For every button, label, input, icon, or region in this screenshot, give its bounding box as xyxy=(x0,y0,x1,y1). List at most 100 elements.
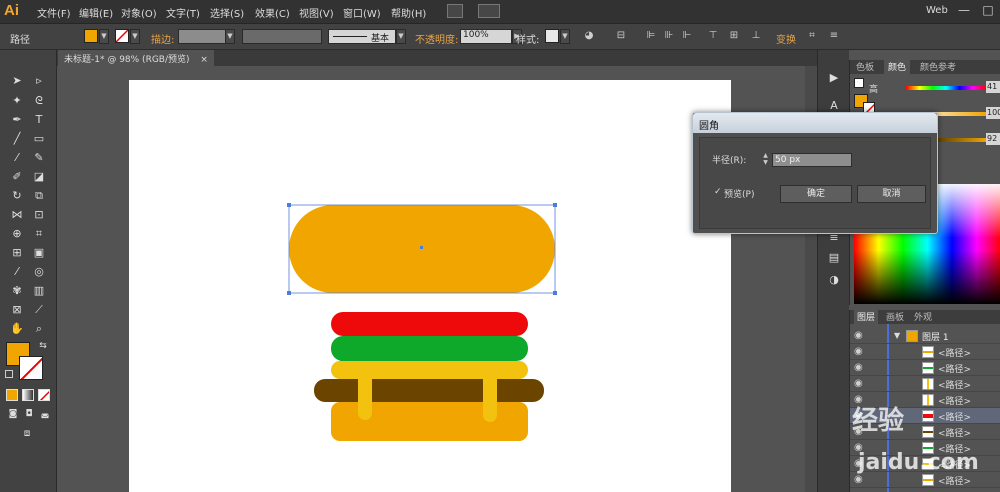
panel-default-icon[interactable] xyxy=(854,78,864,88)
sublayer-label[interactable]: <路径> xyxy=(938,394,971,407)
gradient-tool-icon[interactable]: ▣ xyxy=(31,245,47,261)
shape-builder-icon[interactable]: ⊕ xyxy=(9,226,25,242)
blob-brush-icon[interactable]: ✐ xyxy=(9,169,25,185)
gradient-mode-icon[interactable] xyxy=(22,389,34,401)
panel-menu-icon[interactable]: ≡ xyxy=(827,29,841,43)
fill-dropdown[interactable]: ▼ xyxy=(99,29,109,44)
tab-swatches[interactable]: 色板 xyxy=(856,60,874,74)
visibility-eye-icon[interactable]: ◉ xyxy=(854,378,863,389)
layer-name[interactable]: 图层 1 xyxy=(922,330,949,343)
stroke-color-box[interactable] xyxy=(19,356,43,380)
visibility-eye-icon[interactable]: ◉ xyxy=(854,362,863,373)
align-left-icon[interactable]: ⊫ xyxy=(644,29,658,43)
workspace-switcher[interactable]: Web xyxy=(926,5,948,16)
maximize-button[interactable]: □ xyxy=(976,2,1000,18)
menu-help[interactable]: 帮助(H) xyxy=(391,5,426,20)
align-right-icon[interactable]: ⊩ xyxy=(680,29,694,43)
variable-width-profile[interactable] xyxy=(242,29,322,44)
preview-checkbox[interactable]: ✓ xyxy=(714,187,722,197)
sublayer-label[interactable]: <路径> xyxy=(938,474,971,487)
sublayer-label[interactable]: <路径> xyxy=(938,426,971,439)
type-tool-icon[interactable]: T xyxy=(31,112,47,128)
sublayer-label[interactable]: <路径> xyxy=(938,378,971,391)
selection-tool-icon[interactable]: ➤ xyxy=(9,73,25,89)
tab-layers[interactable]: 图层 xyxy=(854,310,879,324)
stroke-dropdown[interactable]: ▼ xyxy=(130,29,140,44)
dialog-title[interactable]: 圆角 xyxy=(693,113,937,133)
blend-tool-icon[interactable]: ◎ xyxy=(31,264,47,280)
cancel-button[interactable]: 取消 xyxy=(857,185,926,203)
selection-handle[interactable] xyxy=(553,291,557,295)
sublayer-row[interactable]: ◉ <路径> xyxy=(850,376,1000,392)
opacity-field[interactable]: 100% xyxy=(460,29,512,44)
eyedropper-icon[interactable]: ⁄ xyxy=(9,264,25,280)
menu-edit[interactable]: 编辑(E) xyxy=(79,5,113,20)
align-middle-icon[interactable]: ⊞ xyxy=(727,29,741,43)
menu-file[interactable]: 文件(F) xyxy=(37,5,71,20)
none-mode-icon[interactable] xyxy=(38,389,50,401)
sublayer-row[interactable]: ◉ <路径> xyxy=(850,360,1000,376)
patty[interactable] xyxy=(314,379,544,402)
menu-select[interactable]: 选择(S) xyxy=(210,5,244,20)
document-tab[interactable]: 未标题-1* @ 98% (RGB/预览) × xyxy=(58,50,214,66)
arrange-documents-icon[interactable] xyxy=(478,4,500,18)
menu-object[interactable]: 对象(O) xyxy=(121,5,157,20)
preview-label[interactable]: 预览(P) xyxy=(724,187,754,200)
hand-tool-icon[interactable]: ✋ xyxy=(9,321,25,337)
transform-link[interactable]: 变换 xyxy=(776,31,796,46)
sublayer-label[interactable]: <路径> xyxy=(938,410,971,423)
hue-value[interactable]: 41 xyxy=(986,81,1000,93)
visibility-eye-icon[interactable]: ◉ xyxy=(854,346,863,357)
graph-tool-icon[interactable]: ▥ xyxy=(31,283,47,299)
hue-slider[interactable] xyxy=(906,86,986,90)
scale-tool-icon[interactable]: ⧉ xyxy=(31,188,47,204)
zoom-tool-icon[interactable]: ⌕ xyxy=(31,321,47,337)
brush-dropdown[interactable]: ▼ xyxy=(396,29,406,44)
rectangle-tool-icon[interactable]: ▭ xyxy=(31,131,47,147)
screen-mode-icon[interactable]: ⧈ xyxy=(18,426,36,440)
fill-swatch[interactable] xyxy=(84,29,98,43)
menu-type[interactable]: 文字(T) xyxy=(166,5,200,20)
ok-button[interactable]: 确定 xyxy=(780,185,852,203)
gradient-panel-icon[interactable]: ▤ xyxy=(826,250,842,266)
paintbrush-icon[interactable]: ⁄ xyxy=(9,150,25,166)
eraser-icon[interactable]: ◪ xyxy=(31,169,47,185)
lasso-icon[interactable]: ᘓ xyxy=(31,93,47,109)
free-transform-icon[interactable]: ⊡ xyxy=(31,207,47,223)
expand-triangle-icon[interactable]: ▼ xyxy=(894,331,900,340)
visibility-eye-icon[interactable]: ◉ xyxy=(854,330,863,341)
draw-inside-icon[interactable]: ◛ xyxy=(38,406,52,420)
isolate-icon[interactable]: ⌗ xyxy=(805,29,819,43)
default-colors-icon[interactable] xyxy=(5,370,13,378)
symbol-sprayer-icon[interactable]: ✾ xyxy=(9,283,25,299)
graphic-style-swatch[interactable] xyxy=(545,29,559,43)
tomato-slice[interactable] xyxy=(331,312,528,336)
tab-color-guide[interactable]: 颜色参考 xyxy=(920,60,956,74)
selection-handle[interactable] xyxy=(287,203,291,207)
stroke-weight-field[interactable] xyxy=(178,29,226,44)
recolor-icon[interactable]: ◕ xyxy=(582,29,596,43)
sublayer-label[interactable]: <路径> xyxy=(938,362,971,375)
align-center-icon[interactable]: ⊪ xyxy=(662,29,676,43)
sublayer-label[interactable]: <路径> xyxy=(938,346,971,359)
color-mode-icon[interactable] xyxy=(6,389,18,401)
radius-input[interactable]: 50 px xyxy=(772,153,852,167)
close-tab-icon[interactable]: × xyxy=(200,55,208,65)
align-bottom-icon[interactable]: ⊥ xyxy=(749,29,763,43)
draw-behind-icon[interactable]: ◘ xyxy=(22,406,36,420)
radius-stepper[interactable]: ▲ ▼ xyxy=(761,152,770,166)
stroke-weight-dropdown[interactable]: ▼ xyxy=(225,29,235,44)
width-tool-icon[interactable]: ⋈ xyxy=(9,207,25,223)
bridge-icon[interactable] xyxy=(447,4,463,18)
draw-normal-icon[interactable]: ◙ xyxy=(6,406,20,420)
stroke-swatch[interactable] xyxy=(115,29,129,43)
pen-tool-icon[interactable]: ✒ xyxy=(9,112,25,128)
align-to-icon[interactable]: ⊟ xyxy=(614,29,628,43)
menu-effect[interactable]: 效果(C) xyxy=(255,5,290,20)
tab-artboards[interactable]: 画板 xyxy=(886,310,904,324)
transparency-panel-icon[interactable]: ◑ xyxy=(826,272,842,288)
direct-selection-tool-icon[interactable]: ▹ xyxy=(31,73,47,89)
slice-tool-icon[interactable]: ⟋ xyxy=(31,302,47,318)
selection-handle[interactable] xyxy=(287,291,291,295)
stroke-label[interactable]: 描边: xyxy=(151,31,174,46)
